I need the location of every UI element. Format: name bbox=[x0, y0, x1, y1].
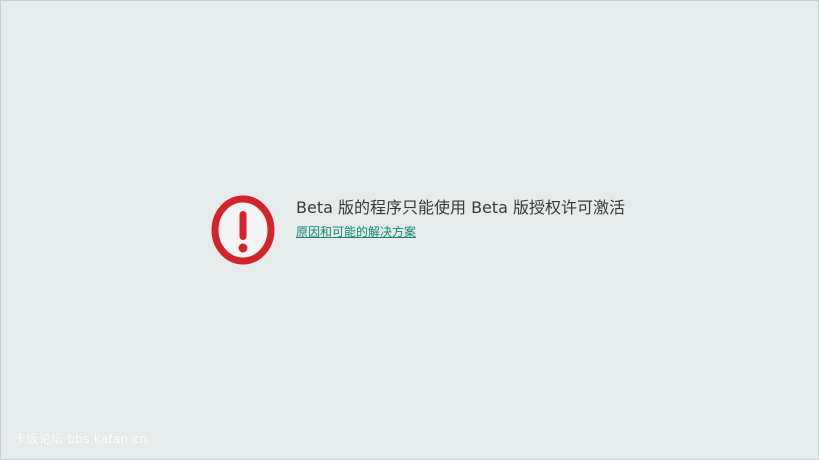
message-text-group: Beta 版的程序只能使用 Beta 版授权许可激活 原因和可能的解决方案 bbox=[296, 198, 625, 239]
error-title: Beta 版的程序只能使用 Beta 版授权许可激活 bbox=[296, 197, 626, 217]
forum-watermark: 卡饭论坛 bbs.kafan.cn bbox=[14, 432, 148, 446]
error-message: Beta 版的程序只能使用 Beta 版授权许可激活 原因和可能的解决方案 bbox=[211, 193, 625, 267]
error-alert-icon bbox=[211, 193, 275, 267]
reasons-solutions-link[interactable]: 原因和可能的解决方案 bbox=[296, 225, 625, 239]
activation-error-panel: Beta 版的程序只能使用 Beta 版授权许可激活 原因和可能的解决方案 卡饭… bbox=[0, 0, 819, 460]
